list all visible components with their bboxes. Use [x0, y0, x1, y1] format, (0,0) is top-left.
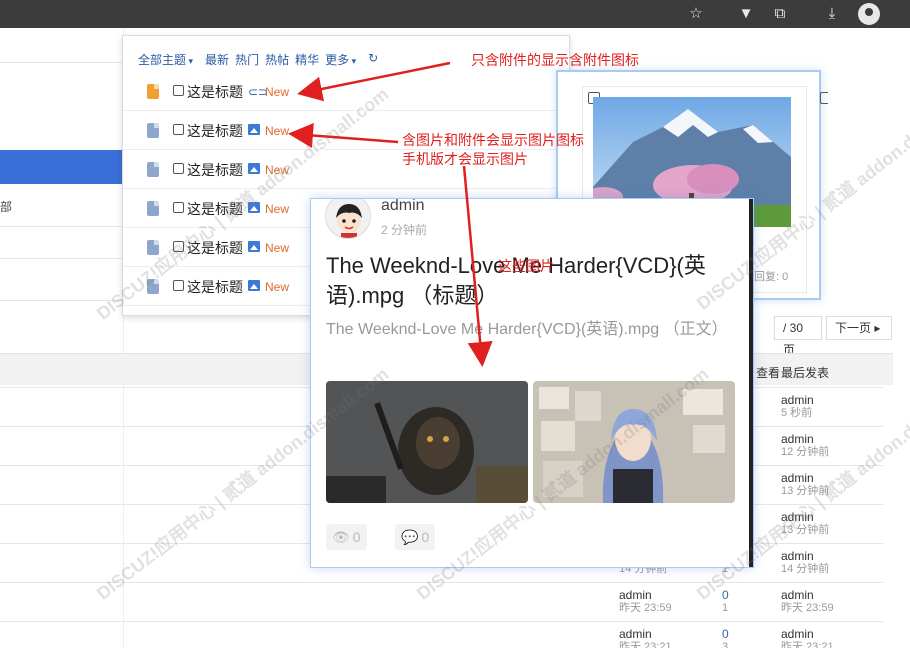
annotation-image-icon: 含图片和附件会显示图片图标 [402, 132, 584, 148]
annotation-attachment-only: 只含附件的显示含附件图标 [471, 52, 639, 68]
annotation-these-images: 这些图片 [498, 258, 554, 274]
annotation-mobile-only: 手机版才会显示图片 [402, 151, 528, 167]
annotation-arrows [288, 61, 493, 367]
